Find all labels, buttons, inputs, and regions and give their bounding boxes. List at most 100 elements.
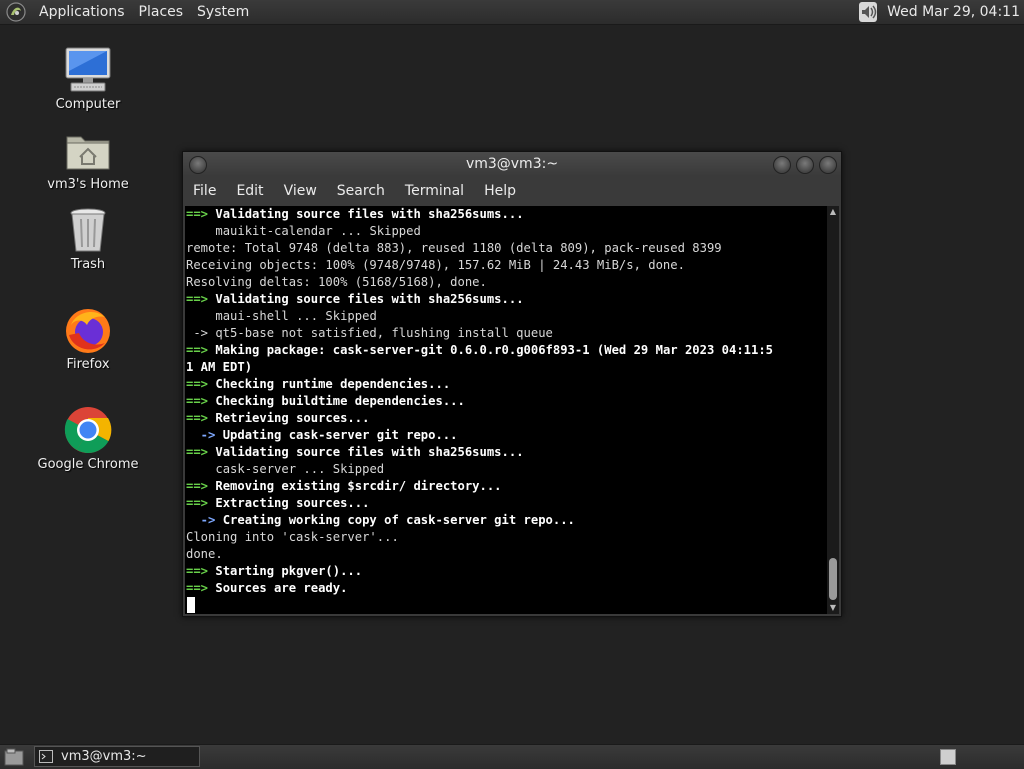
terminal-line: maui-shell ... Skipped <box>186 308 827 325</box>
line-marker: ==> <box>186 394 216 408</box>
desktop-icon-label: Firefox <box>66 357 110 372</box>
line-marker: ==> <box>186 581 216 595</box>
menu-search[interactable]: Search <box>327 183 395 199</box>
line-text: done. <box>186 547 223 561</box>
terminal-output[interactable]: ==> Validating source files with sha256s… <box>185 206 827 614</box>
distro-logo-icon[interactable] <box>6 2 26 22</box>
line-text: Validating source files with sha256sums.… <box>215 445 524 459</box>
applications-menu[interactable]: Applications <box>32 4 132 20</box>
desktop-icon-label: vm3's Home <box>47 177 129 192</box>
terminal-line: -> qt5-base not satisfied, flushing inst… <box>186 325 827 342</box>
line-text: -> qt5-base not satisfied, flushing inst… <box>186 326 553 340</box>
terminal-line: ==> Validating source files with sha256s… <box>186 291 827 308</box>
line-marker: ==> <box>186 292 216 306</box>
line-marker: ==> <box>186 496 216 510</box>
workspace-switcher[interactable] <box>940 749 956 765</box>
close-button[interactable] <box>819 156 837 174</box>
terminal-line: ==> Validating source files with sha256s… <box>186 444 827 461</box>
terminal-line: mauikit-calendar ... Skipped <box>186 223 827 240</box>
line-text: Resolving deltas: 100% (5168/5168), done… <box>186 275 487 289</box>
minimize-button[interactable] <box>773 156 791 174</box>
line-marker: ==> <box>186 207 216 221</box>
terminal-line: ==> Removing existing $srcdir/ directory… <box>186 478 827 495</box>
terminal-window[interactable]: vm3@vm3:~ File Edit View Search Terminal… <box>182 151 842 617</box>
chrome-icon <box>64 407 112 453</box>
show-desktop-icon[interactable] <box>4 748 24 766</box>
terminal-line: 1 AM EDT) <box>186 359 827 376</box>
line-text: Sources are ready. <box>215 581 348 595</box>
line-text: Starting pkgver()... <box>215 564 363 578</box>
terminal-line: -> Updating cask-server git repo... <box>186 427 827 444</box>
line-marker: ==> <box>186 377 216 391</box>
desktop-icon-label: Computer <box>55 97 121 112</box>
line-text: Validating source files with sha256sums.… <box>215 292 524 306</box>
menu-help[interactable]: Help <box>474 183 526 199</box>
menu-edit[interactable]: Edit <box>226 183 273 199</box>
menu-terminal[interactable]: Terminal <box>395 183 474 199</box>
taskbar-label: vm3@vm3:~ <box>61 749 147 764</box>
terminal-line: cask-server ... Skipped <box>186 461 827 478</box>
line-marker: ==> <box>186 479 216 493</box>
line-text: Cloning into 'cask-server'... <box>186 530 399 544</box>
desktop-icon-firefox[interactable]: Firefox <box>33 305 143 372</box>
terminal-line: ==> Starting pkgver()... <box>186 563 827 580</box>
terminal-line: ==> Extracting sources... <box>186 495 827 512</box>
volume-icon[interactable] <box>857 1 879 23</box>
line-text: Retrieving sources... <box>215 411 370 425</box>
terminal-menubar: File Edit View Search Terminal Help <box>183 177 841 204</box>
line-text: Validating source files with sha256sums.… <box>215 207 524 221</box>
firefox-icon <box>66 309 110 353</box>
line-marker: ==> <box>186 564 216 578</box>
line-arrow: -> <box>186 428 223 442</box>
terminal-line: Resolving deltas: 100% (5168/5168), done… <box>186 274 827 291</box>
terminal-line: ==> Checking buildtime dependencies... <box>186 393 827 410</box>
line-text: remote: Total 9748 (delta 883), reused 1… <box>186 241 722 255</box>
menu-view[interactable]: View <box>274 183 327 199</box>
line-text: Removing existing $srcdir/ directory... <box>215 479 502 493</box>
desktop-icon-computer[interactable]: Computer <box>33 45 143 112</box>
terminal-icon <box>39 750 53 763</box>
desktop-icon-home[interactable]: vm3's Home <box>33 125 143 192</box>
places-menu[interactable]: Places <box>132 4 191 20</box>
line-text: Checking buildtime dependencies... <box>215 394 465 408</box>
terminal-line: ==> Making package: cask-server-git 0.6.… <box>186 342 827 359</box>
line-marker: ==> <box>186 411 216 425</box>
text-cursor <box>187 597 195 613</box>
trash-icon <box>70 208 106 252</box>
clock[interactable]: Wed Mar 29, 04:11 <box>887 4 1024 20</box>
terminal-line: ==> Sources are ready. <box>186 580 827 597</box>
line-text: Checking runtime dependencies... <box>215 377 451 391</box>
maximize-button[interactable] <box>796 156 814 174</box>
vertical-scrollbar[interactable]: ▲ ▼ <box>827 206 839 614</box>
home-folder-icon <box>66 136 110 170</box>
desktop-icon-chrome[interactable]: Google Chrome <box>33 405 143 472</box>
line-text: 1 AM EDT) <box>186 360 253 374</box>
terminal-text: ==> Validating source files with sha256s… <box>185 206 827 597</box>
scroll-up-arrow-icon[interactable]: ▲ <box>827 206 839 218</box>
taskbar-terminal-button[interactable]: vm3@vm3:~ <box>34 746 200 767</box>
line-text: Making package: cask-server-git 0.6.0.r0… <box>215 343 774 357</box>
terminal-line: ==> Retrieving sources... <box>186 410 827 427</box>
bottom-panel: vm3@vm3:~ <box>0 744 1024 769</box>
terminal-line: ==> Validating source files with sha256s… <box>186 206 827 223</box>
menu-file[interactable]: File <box>183 183 226 199</box>
window-titlebar[interactable]: vm3@vm3:~ <box>183 152 841 176</box>
terminal-line: done. <box>186 546 827 563</box>
window-menu-button[interactable] <box>189 156 207 174</box>
system-tray: Wed Mar 29, 04:11 <box>857 0 1024 24</box>
line-marker: ==> <box>186 445 216 459</box>
scroll-thumb[interactable] <box>829 558 837 600</box>
terminal-line: remote: Total 9748 (delta 883), reused 1… <box>186 240 827 257</box>
line-text: Creating working copy of cask-server git… <box>222 513 575 527</box>
window-title: vm3@vm3:~ <box>465 156 559 172</box>
system-menu[interactable]: System <box>190 4 256 20</box>
line-text: Updating cask-server git repo... <box>222 428 458 442</box>
computer-icon <box>65 47 111 92</box>
scroll-down-arrow-icon[interactable]: ▼ <box>827 602 839 614</box>
terminal-line: ==> Checking runtime dependencies... <box>186 376 827 393</box>
line-text: Receiving objects: 100% (9748/9748), 157… <box>186 258 685 272</box>
line-text: Extracting sources... <box>215 496 370 510</box>
line-text: cask-server ... Skipped <box>215 462 385 476</box>
desktop-icon-label: Trash <box>70 257 106 272</box>
desktop-icon-trash[interactable]: Trash <box>33 205 143 272</box>
